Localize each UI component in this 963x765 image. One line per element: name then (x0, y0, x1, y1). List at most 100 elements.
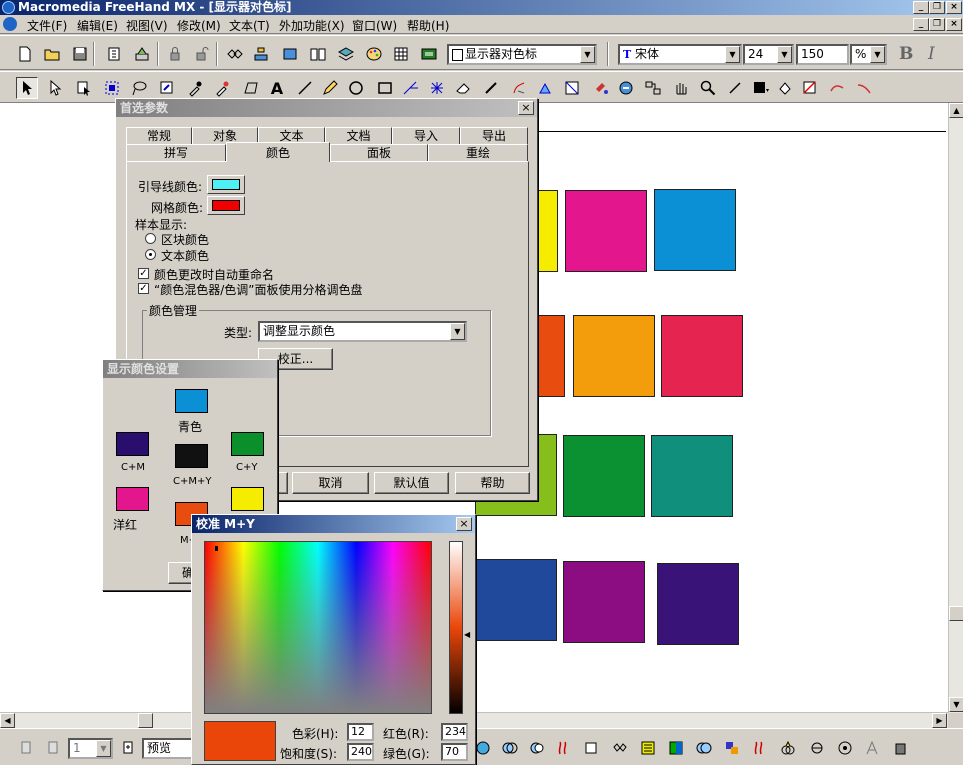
guide-color-button[interactable] (207, 175, 245, 194)
freeform-tool-icon[interactable] (426, 77, 448, 99)
text-tool-icon[interactable]: A (266, 77, 288, 99)
fisheye-icon[interactable] (806, 737, 828, 759)
graphic-hose-icon[interactable] (615, 77, 637, 99)
rectangle-tool-icon[interactable] (374, 77, 396, 99)
chevron-down-icon[interactable]: ▼ (725, 46, 740, 63)
magenta-swatch[interactable] (116, 487, 149, 511)
connector-tool-icon[interactable] (642, 77, 664, 99)
radio-text-color[interactable] (145, 249, 156, 260)
help-button[interactable]: 帮助 (455, 472, 530, 494)
tab-export[interactable]: 导出 (460, 127, 528, 144)
shadow-tool-icon[interactable] (591, 77, 613, 99)
doc-minimize-icon[interactable]: _ (913, 18, 929, 31)
link-icon[interactable] (223, 43, 245, 65)
font-size-select[interactable]: 24 ▼ (743, 44, 794, 65)
default-button[interactable]: 默认值 (374, 472, 449, 494)
scroll-left-icon[interactable]: ◀ (0, 713, 15, 728)
unlock-icon[interactable] (191, 43, 213, 65)
doc-restore-icon[interactable]: ❐ (929, 18, 945, 31)
fill-none-swatch-icon[interactable] (800, 77, 822, 99)
pointer-tool-icon[interactable] (16, 77, 38, 99)
page-select[interactable]: 1 ▼ (68, 738, 113, 759)
new-file-icon[interactable] (14, 43, 36, 65)
smudge-icon[interactable] (749, 737, 771, 759)
grid-color-button[interactable] (207, 196, 245, 215)
scroll-right-icon[interactable]: ▶ (932, 713, 947, 728)
prev-page-icon[interactable] (42, 737, 64, 759)
tab-colors[interactable]: 颜色 (226, 142, 330, 162)
union-icon[interactable] (693, 737, 715, 759)
color-swatch[interactable] (661, 315, 743, 397)
chevron-down-icon[interactable]: ▼ (870, 46, 885, 63)
punch-icon[interactable] (526, 737, 548, 759)
ellipse-tool-icon[interactable] (345, 77, 367, 99)
pattern-icon[interactable] (637, 737, 659, 759)
color-swatch[interactable] (651, 435, 733, 517)
document-icon[interactable] (3, 17, 17, 31)
tab-general[interactable]: 常规 (126, 127, 192, 144)
menu-xtras[interactable]: 外加功能(X) (279, 17, 345, 34)
scroll-up-icon[interactable]: ▲ (949, 103, 963, 118)
hscroll-thumb[interactable] (138, 713, 153, 728)
envelope-icon[interactable] (609, 737, 631, 759)
align-icon[interactable] (250, 43, 272, 65)
layers-icon[interactable] (335, 43, 357, 65)
lock-icon[interactable] (164, 43, 186, 65)
luminance-arrow-icon[interactable]: ◀ (464, 630, 470, 639)
bezigon-tool-icon[interactable] (508, 77, 530, 99)
add-page-icon[interactable] (117, 737, 139, 759)
lasso-tool-icon[interactable] (128, 77, 150, 99)
extrude-tool-icon[interactable] (561, 77, 583, 99)
red-input[interactable]: 234 (441, 723, 468, 741)
green-input[interactable]: 70 (441, 743, 468, 761)
hue-input[interactable]: 12 (347, 723, 374, 741)
pencil-tool-icon[interactable] (319, 77, 341, 99)
menu-window[interactable]: 窗口(W) (352, 17, 397, 34)
hand-tool-icon[interactable] (670, 77, 692, 99)
zoom-tool-icon[interactable] (697, 77, 719, 99)
split-swatch-checkbox[interactable]: ✓ (138, 283, 149, 294)
chevron-down-icon[interactable]: ▼ (450, 323, 465, 340)
tab-redraw[interactable]: 重绘 (428, 144, 528, 161)
default-colors-icon[interactable] (853, 77, 875, 99)
color-swatch[interactable] (563, 435, 645, 517)
menu-edit[interactable]: 编辑(E) (77, 17, 118, 34)
close-icon[interactable]: × (946, 1, 962, 14)
emboss-icon[interactable] (861, 737, 883, 759)
color-swatch[interactable] (654, 189, 736, 271)
roughen-icon[interactable] (777, 737, 799, 759)
radio-block-color[interactable] (145, 233, 156, 244)
chevron-down-icon[interactable]: ▼ (777, 46, 792, 63)
color-swatch[interactable] (573, 315, 655, 397)
palette-icon[interactable] (363, 43, 385, 65)
bold-button[interactable]: B (899, 44, 913, 64)
auto-rename-checkbox[interactable]: ✓ (138, 268, 149, 279)
fill-color-tool-icon[interactable] (774, 77, 796, 99)
italic-button[interactable]: I (928, 44, 935, 64)
divide-icon[interactable] (721, 737, 743, 759)
import-icon[interactable] (103, 43, 125, 65)
tab-spelling[interactable]: 拼写 (126, 144, 226, 161)
color-swatch[interactable] (565, 190, 647, 272)
first-page-icon[interactable] (15, 737, 37, 759)
intersect-icon[interactable] (499, 737, 521, 759)
color-mgmt-type-select[interactable]: 调整显示颜色 ▼ (258, 321, 467, 342)
export-icon[interactable] (131, 43, 153, 65)
tab-document[interactable]: 文档 (325, 127, 392, 144)
cmy-swatch[interactable] (175, 444, 208, 468)
color-swatch[interactable] (475, 559, 557, 641)
vertical-scrollbar[interactable]: ▲ ▼ (948, 103, 963, 713)
lasso-select-icon[interactable] (101, 77, 123, 99)
open-folder-icon[interactable] (41, 43, 63, 65)
cy-swatch[interactable] (231, 432, 264, 456)
subselect-tool-icon[interactable] (44, 77, 66, 99)
transform-icon[interactable] (279, 43, 301, 65)
line-tool-icon[interactable] (294, 77, 316, 99)
tab-panels[interactable]: 面板 (330, 144, 428, 161)
3d-rotate-icon[interactable] (834, 737, 856, 759)
perspective-tool-icon[interactable] (240, 77, 262, 99)
mirror-tool-icon[interactable] (535, 77, 557, 99)
menu-text[interactable]: 文本(T) (229, 17, 270, 34)
library-icon[interactable] (307, 43, 329, 65)
stroke-panel-icon[interactable] (418, 43, 440, 65)
